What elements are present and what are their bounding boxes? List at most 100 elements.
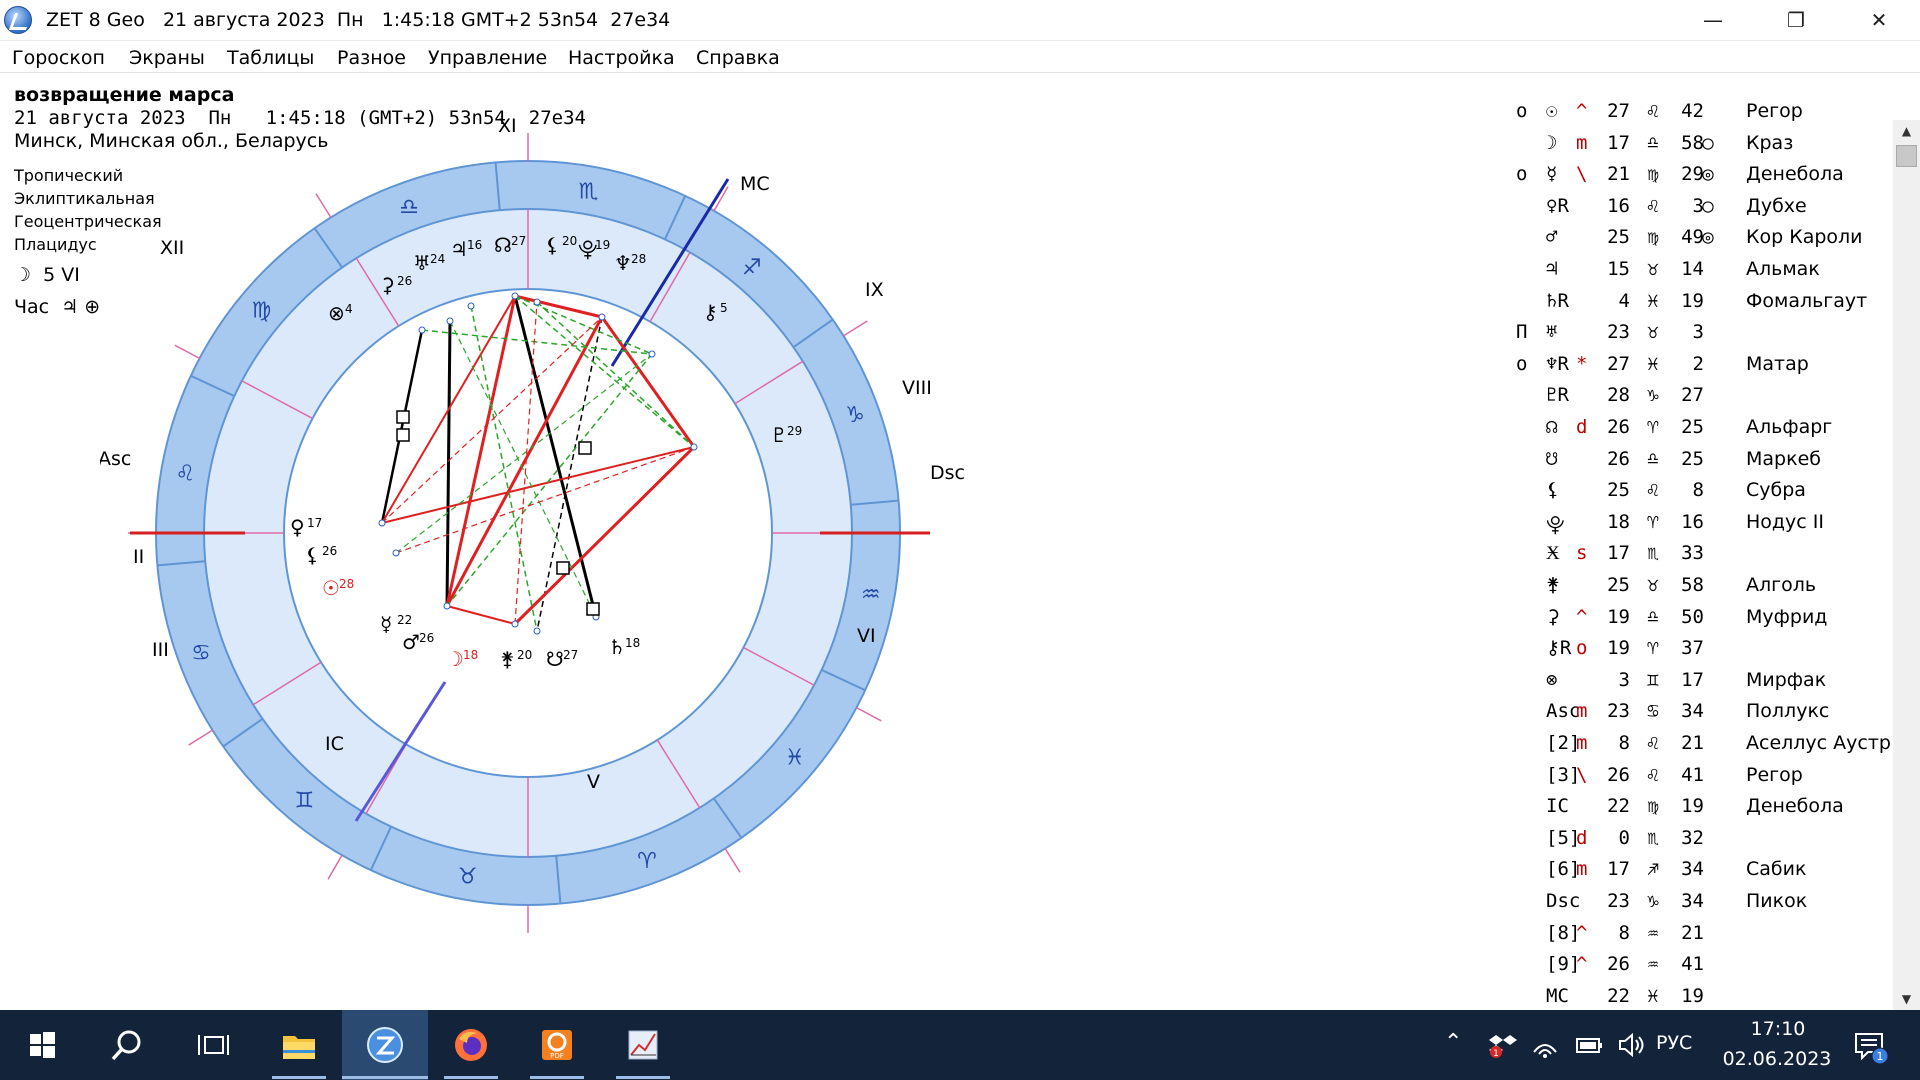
table-row[interactable]: ⯓ 18 ♈ 16 Нодус II (1510, 511, 1890, 541)
volume-icon[interactable] (1616, 1030, 1646, 1060)
pdf-app-button[interactable]: PDF (514, 1010, 600, 1080)
scroll-down-arrow-icon[interactable]: ▼ (1893, 988, 1920, 1010)
firefox-button[interactable] (428, 1010, 514, 1080)
table-row[interactable]: ♇R 28 ♑ 27 (1510, 384, 1890, 414)
degree-value: 26 (1607, 447, 1630, 470)
ic-label: IC (325, 733, 344, 755)
table-row[interactable]: ☽ m 17 ♎ 58 ○ Краз (1510, 132, 1890, 162)
zodiac-sign: ♌ (1647, 100, 1659, 122)
menu-misc[interactable]: Разное (337, 47, 406, 69)
planet-degree: 20 (562, 234, 577, 248)
table-row[interactable]: ⚷R о 19 ♈ 37 (1510, 637, 1890, 667)
planet-label: ♀ (290, 515, 305, 539)
planet-glyph: ⚸ (1546, 479, 1560, 502)
planet-glyph: ⚳ (1546, 605, 1560, 628)
planet-label: ⊗ (328, 301, 345, 325)
table-row[interactable]: о ♆R * 27 ♓ 2 Матар (1510, 353, 1890, 383)
table-row[interactable]: ⊗ 3 ♊ 17 Мирфак (1510, 669, 1890, 699)
table-row[interactable]: Asc m 23 ♋ 34 Поллукс (1510, 700, 1890, 730)
aspect-point (443, 602, 451, 610)
degree-value: 25 (1607, 226, 1630, 249)
table-row[interactable]: ♃ 15 ♉ 14 Альмак (1510, 258, 1890, 288)
table-row[interactable]: о ☉ ^ 27 ♌ 42 Регор (1510, 100, 1890, 130)
file-explorer-button[interactable] (256, 1010, 342, 1080)
house-viii-label: VIII (902, 377, 932, 399)
table-row[interactable]: ⚵ 25 ♉ 58 Алголь (1510, 574, 1890, 604)
zet-app-icon[interactable] (4, 6, 32, 34)
horoscope-wheel[interactable]: ♋♊♉♈♓♒♑♐♏♎♍♌AscDscMCICXIXIIIXVIIIIIIIIVI… (100, 74, 980, 1009)
chart-app-button[interactable] (600, 1010, 686, 1080)
table-row[interactable]: Ӿs 17 ♏ 33 (1510, 542, 1890, 572)
zodiac-sign: ♌ (1647, 732, 1659, 754)
zodiac-glyph: ♓ (785, 746, 805, 771)
table-row[interactable]: [5] d 0 ♏ 32 (1510, 827, 1890, 857)
minute-value: 41 (1681, 763, 1704, 786)
menu-horoscope[interactable]: Гороскоп (12, 47, 105, 69)
table-row[interactable]: ♀R 16 ♌ 3 ○ Дубхе (1510, 195, 1890, 225)
minute-value: 25 (1681, 447, 1704, 470)
battery-icon[interactable] (1574, 1030, 1604, 1060)
wifi-icon[interactable] (1530, 1030, 1560, 1060)
zodiac-sign: ♐ (1647, 858, 1659, 881)
planet-glyph: [2] (1546, 732, 1581, 754)
menu-settings[interactable]: Настройка (568, 47, 675, 69)
table-row[interactable]: [8] ^ 8 ♒ 21 (1510, 922, 1890, 952)
aspect-prefix: ^ (1576, 100, 1588, 122)
table-row[interactable]: Dsc 23 ♑ 34 Пикок (1510, 890, 1890, 920)
planet-label: ☿ (380, 612, 392, 636)
maximize-button[interactable]: ❐ (1760, 0, 1832, 40)
notification-center-icon[interactable]: 1 (1850, 1026, 1890, 1066)
degree-value: 22 (1607, 984, 1630, 1007)
close-button[interactable]: ✕ (1843, 0, 1915, 40)
table-row[interactable]: ♄R 4 ♓ 19 Фомальгаут (1510, 290, 1890, 320)
search-button[interactable] (84, 1010, 170, 1080)
table-row[interactable]: П ♅ 23 ♉ 3 (1510, 321, 1890, 351)
star-symbol: ○ (1702, 131, 1714, 154)
table-row[interactable]: о ☿ \ 21 ♍ 29 ◎ Денебола (1510, 163, 1890, 193)
table-row[interactable]: ⚸ 25 ♌ 8 Субра (1510, 479, 1890, 509)
table-row[interactable]: [2] m 8 ♌ 21 Аселлус Аустр (1510, 732, 1891, 762)
table-row[interactable]: [6] m 17 ♐ 34 Сабик (1510, 858, 1890, 888)
table-row[interactable]: ☋ 26 ♎ 25 Маркеб (1510, 448, 1890, 478)
minute-value: 58 (1681, 574, 1704, 596)
asc-label: Asc (100, 448, 131, 470)
dropbox-icon[interactable]: 1 (1488, 1030, 1518, 1060)
aspect-square (578, 441, 592, 455)
title-bar: ZET 8 Geo 21 августа 2023 Пн 1:45:18 GMT… (0, 0, 1920, 41)
table-row[interactable]: [3] \ 26 ♌ 41 Регор (1510, 764, 1890, 794)
menu-help[interactable]: Справка (696, 47, 780, 69)
fixed-star-name: Альфарг (1746, 416, 1833, 438)
zodiac-sign: ♉ (1647, 258, 1659, 280)
scroll-up-arrow-icon[interactable]: ▲ (1893, 120, 1920, 142)
minute-value: 27 (1681, 384, 1704, 407)
fixed-star-name: Денебола (1746, 795, 1844, 818)
table-row[interactable]: ⚳ ^ 19 ♎ 50 Муфрид (1510, 606, 1890, 636)
clock-date[interactable]: 02.06.2023 (1712, 1048, 1842, 1070)
system-tray: ⌃ 1 РУС 17:10 02.06.2023 1 (1430, 1010, 1920, 1080)
degree-value: 26 (1607, 763, 1630, 786)
table-row[interactable]: IC 22 ♍ 19 Денебола (1510, 795, 1890, 825)
table-row[interactable]: ♂ 25 ♍ 49 ◎ Кор Кароли (1510, 226, 1890, 256)
scroll-thumb[interactable] (1896, 145, 1917, 167)
file-explorer-icon (283, 1036, 315, 1059)
clock-time[interactable]: 17:10 (1738, 1018, 1818, 1040)
window-title: ZET 8 Geo 21 августа 2023 Пн 1:45:18 GMT… (46, 9, 671, 31)
table-row[interactable]: ☊ d 26 ♈ 25 Альфарг (1510, 416, 1890, 446)
show-hidden-icons-icon[interactable]: ⌃ (1444, 1030, 1462, 1055)
moon-phase: ☽ 5 VI (14, 264, 80, 286)
zet-taskbar-button[interactable] (342, 1010, 428, 1080)
start-button[interactable] (0, 1010, 84, 1080)
aspect-square (396, 428, 410, 442)
menu-tables[interactable]: Таблицы (227, 47, 314, 69)
table-row[interactable]: [9] ^ 26 ♒ 41 (1510, 953, 1890, 983)
planet-glyph: ♅ (1546, 321, 1558, 344)
input-language[interactable]: РУС (1656, 1032, 1692, 1054)
fixed-star-name: Аселлус Аустр (1746, 732, 1891, 754)
menu-screens[interactable]: Экраны (129, 47, 205, 69)
minute-value: 41 (1681, 953, 1704, 976)
vertical-scrollbar[interactable]: ▲ ▼ (1893, 120, 1920, 1010)
task-view-button[interactable] (170, 1010, 256, 1080)
minimize-button[interactable]: — (1677, 0, 1749, 40)
menu-control[interactable]: Управление (428, 47, 547, 69)
running-indicator (444, 1076, 498, 1079)
